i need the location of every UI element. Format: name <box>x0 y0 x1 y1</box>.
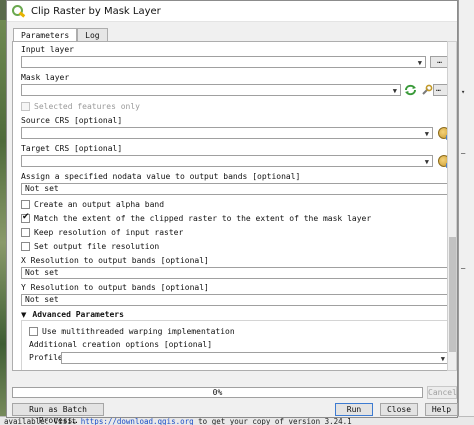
advanced-parameters-toggle[interactable]: ▼ Advanced Parameters <box>21 310 124 319</box>
y-resolution-label: Y Resolution to output bands [optional] <box>21 283 209 292</box>
background-fragment-mark: ─ <box>461 150 466 158</box>
profile-label: Profile <box>29 353 63 362</box>
wrench-icon[interactable] <box>421 84 433 96</box>
background-fragment-mark: ─ <box>461 265 466 273</box>
creation-options-label: Additional creation options [optional] <box>29 340 213 349</box>
x-resolution-label: X Resolution to output bands [optional] <box>21 256 209 265</box>
nodata-input[interactable]: Not set <box>21 183 448 195</box>
y-resolution-input[interactable]: Not set <box>21 294 448 306</box>
keep-resolution-checkbox[interactable]: Keep resolution of input raster <box>21 228 183 237</box>
chevron-down-icon: ▼ <box>424 130 429 138</box>
scrollbar-thumb[interactable] <box>449 237 456 352</box>
chevron-down-icon: ▼ <box>424 158 429 166</box>
checkbox-box[interactable] <box>21 102 30 111</box>
checkbox-box[interactable] <box>21 200 30 209</box>
checkbox-box[interactable] <box>29 327 38 336</box>
input-layer-combo[interactable]: ▼ <box>21 56 426 68</box>
target-crs-label: Target CRS [optional] <box>21 144 123 153</box>
background-panel-fragment <box>458 0 474 425</box>
title-bar[interactable]: Clip Raster by Mask Layer <box>7 1 457 22</box>
mask-layer-combo[interactable]: ▼ <box>21 84 401 96</box>
status-suffix: to get your copy of version 3.24.1 <box>198 417 352 425</box>
mask-layer-label: Mask layer <box>21 73 70 82</box>
parameters-panel: Input layer ▼ … Mask layer ▼ …▼ Selected… <box>12 41 449 371</box>
multithreaded-checkbox[interactable]: Use multithreaded warping implementation <box>29 327 235 336</box>
qgis-logo-icon <box>12 4 26 18</box>
input-layer-label: Input layer <box>21 45 74 54</box>
chevron-down-icon: ▼ <box>21 310 27 319</box>
checkbox-box[interactable] <box>21 212 30 223</box>
parameters-scrollbar[interactable] <box>447 41 457 371</box>
checkbox-box[interactable] <box>21 228 30 237</box>
tab-bar: Parameters Log <box>13 28 108 42</box>
background-fragment-mark: ▾ <box>461 88 466 96</box>
target-crs-combo[interactable]: ▼ <box>21 155 433 167</box>
profile-combo[interactable]: ▼ <box>61 352 448 364</box>
source-crs-combo[interactable]: ▼ <box>21 127 433 139</box>
run-button[interactable]: Run <box>335 403 373 416</box>
alpha-band-checkbox[interactable]: Create an output alpha band <box>21 200 164 209</box>
chevron-down-icon: ▼ <box>417 59 422 67</box>
selected-features-only-checkbox[interactable]: Selected features only <box>21 102 140 111</box>
progress-text: 0% <box>212 388 223 397</box>
set-resolution-checkbox[interactable]: Set output file resolution <box>21 242 159 251</box>
clip-raster-dialog: Clip Raster by Mask Layer Parameters Log… <box>6 0 458 425</box>
cancel-button[interactable]: Cancel <box>427 386 457 399</box>
tab-parameters[interactable]: Parameters <box>13 28 78 42</box>
help-button[interactable]: Help <box>425 403 458 416</box>
match-extent-checkbox[interactable]: Match the extent of the clipped raster t… <box>21 212 371 223</box>
close-button[interactable]: Close <box>380 403 418 416</box>
iterate-over-features-icon[interactable] <box>404 84 417 96</box>
window-title: Clip Raster by Mask Layer <box>31 5 161 17</box>
nodata-label: Assign a specified nodata value to outpu… <box>21 172 301 181</box>
run-as-batch-process-button[interactable]: Run as Batch Process… <box>12 403 104 425</box>
checkbox-box[interactable] <box>21 242 30 251</box>
x-resolution-input[interactable]: Not set <box>21 267 448 279</box>
download-link[interactable]: https://download.qgis.org <box>81 417 194 425</box>
tab-log[interactable]: Log <box>77 28 108 41</box>
progress-bar: 0% <box>12 387 423 398</box>
chevron-down-icon: ▼ <box>440 355 445 363</box>
source-crs-label: Source CRS [optional] <box>21 116 123 125</box>
chevron-down-icon: ▼ <box>392 87 397 95</box>
